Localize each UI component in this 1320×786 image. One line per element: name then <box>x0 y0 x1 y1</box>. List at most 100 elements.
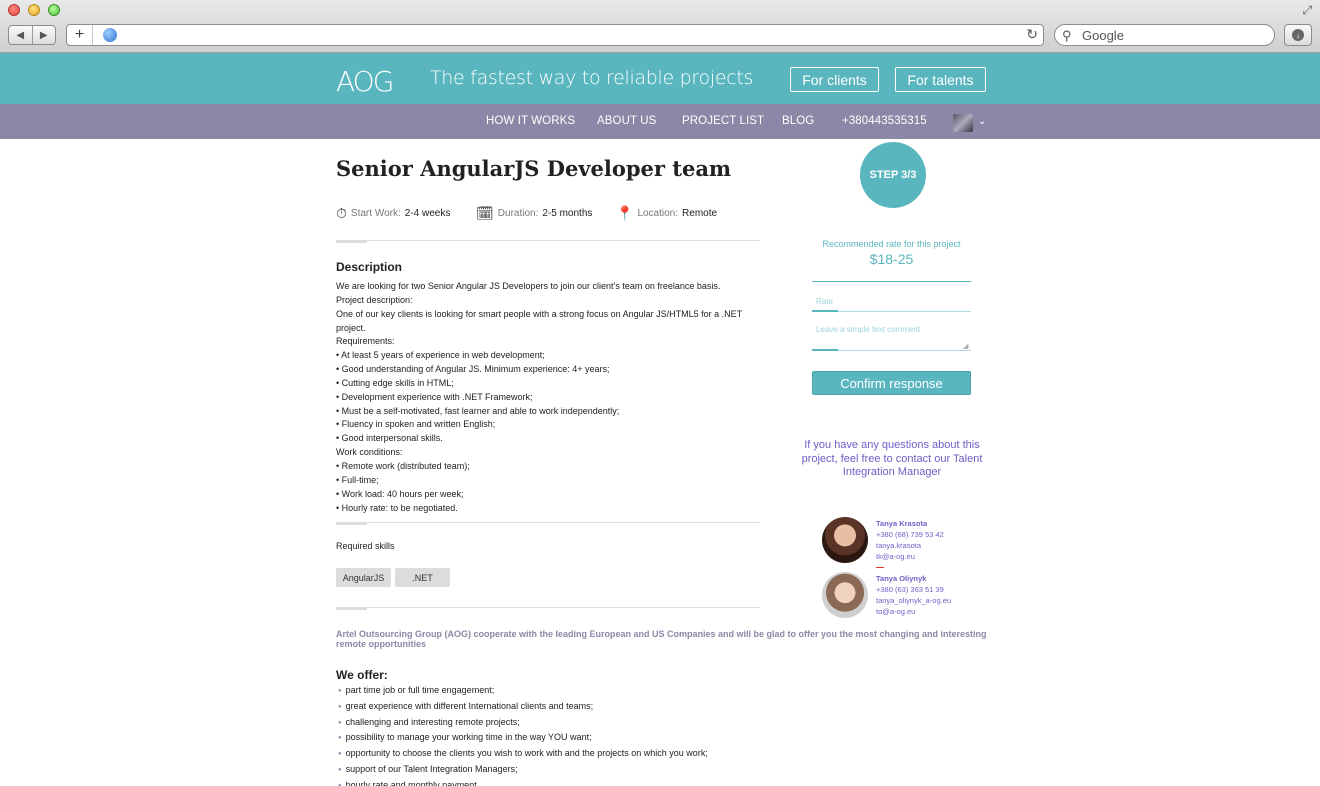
divider-accent <box>336 607 367 610</box>
description-text: We are looking for two Senior Angular JS… <box>336 280 760 515</box>
nav-phone[interactable]: +380443535315 <box>842 115 927 127</box>
close-window-button[interactable] <box>8 4 20 16</box>
comment-accent <box>812 349 838 351</box>
description-line: • Must be a self-motivated, fast learner… <box>336 405 620 416</box>
description-line: • Good interpersonal skills. <box>336 433 443 444</box>
contact-prompt: If you have any questions about this pro… <box>801 439 983 478</box>
divider <box>336 522 760 523</box>
description-line: One of our key clients is looking for sm… <box>336 308 743 319</box>
fullscreen-icon[interactable]: ⤢ <box>1302 3 1312 18</box>
main-nav: HOW IT WORKS ABOUT US PROJECT LIST BLOG … <box>0 104 1320 139</box>
start-work-meta: ⏱ Start Work: 2-4 weeks <box>336 205 450 222</box>
rate-input-accent <box>812 310 838 312</box>
project-title: Senior AngularJS Developer team <box>336 156 732 181</box>
description-line: • Work load: 40 hours per week; <box>336 488 464 499</box>
aog-statement: Artel Outsourcing Group (AOG) cooperate … <box>336 629 987 649</box>
offer-item: support of our Talent Integration Manage… <box>338 763 708 779</box>
skill-tag: .NET <box>395 568 450 587</box>
nav-how-it-works[interactable]: HOW IT WORKS <box>486 115 575 127</box>
offer-item: challenging and interesting remote proje… <box>338 716 708 732</box>
offer-item: hourly rate and monthly payment <box>338 779 708 786</box>
we-offer-list: part time job or full time engagement;gr… <box>338 684 708 786</box>
manager-skype[interactable]: tanya.krasota <box>876 540 944 551</box>
aog-logo[interactable]: AOG <box>336 65 394 98</box>
manager-contact: Tanya Krasota +380 (68) 739 53 42 tanya.… <box>876 518 944 562</box>
description-line: We are looking for two Senior Angular JS… <box>336 281 721 291</box>
description-line: • Development experience with .NET Frame… <box>336 391 533 402</box>
nav-about-us[interactable]: ABOUT US <box>597 115 656 127</box>
minimize-window-button[interactable] <box>28 4 40 16</box>
browser-toolbar: ⤢ ◀ ▶ + ↻ ⚲ Google ↓ <box>0 0 1320 53</box>
location-meta: 📍 Location: Remote <box>616 205 717 222</box>
for-clients-button[interactable]: For clients <box>790 67 879 92</box>
map-pin-icon: 📍 <box>616 205 634 221</box>
manager-separator <box>876 567 884 568</box>
globe-icon <box>103 28 117 42</box>
duration-meta: 🗓 Duration: 2-5 months <box>476 205 592 222</box>
stopwatch-icon: ⏱ <box>336 205 347 221</box>
offer-item: possibility to manage your working time … <box>338 731 708 747</box>
offer-item: great experience with different Internat… <box>338 700 708 716</box>
forward-button[interactable]: ▶ <box>33 26 56 44</box>
divider-accent <box>336 240 367 243</box>
zoom-window-button[interactable] <box>48 4 60 16</box>
history-nav: ◀ ▶ <box>8 25 56 45</box>
description-line: • Full-time; <box>336 474 379 485</box>
description-line: Work conditions: <box>336 447 403 458</box>
search-icon: ⚲ <box>1062 28 1072 43</box>
nav-blog[interactable]: BLOG <box>782 115 814 127</box>
add-bookmark-button[interactable]: + <box>67 25 93 45</box>
rate-divider <box>812 281 971 282</box>
description-line: • Cutting edge skills in HTML; <box>336 377 454 388</box>
resize-grip-icon[interactable]: ◢ <box>963 342 968 350</box>
manager-avatar <box>822 572 868 618</box>
address-bar[interactable]: + ↻ <box>66 24 1044 46</box>
manager-name: Tanya Oliynyk <box>876 574 927 583</box>
offer-item: opportunity to choose the clients you wi… <box>338 747 708 763</box>
tagline: The fastest way to reliable projects <box>430 67 754 89</box>
comment-input[interactable] <box>812 325 971 349</box>
skill-tag: AngularJS <box>336 568 391 587</box>
confirm-response-button[interactable]: Confirm response <box>812 371 971 395</box>
description-line: • Remote work (distributed team); <box>336 460 470 471</box>
step-indicator: STEP 3/3 <box>860 142 926 208</box>
manager-skype[interactable]: tanya_oliynyk_a-og.eu <box>876 595 951 606</box>
description-title: Description <box>336 260 403 274</box>
divider <box>336 607 760 608</box>
description-line: • At least 5 years of experience in web … <box>336 350 545 361</box>
manager-email[interactable]: tk@a-og.eu <box>876 551 944 562</box>
start-work-label: Start Work: <box>350 208 401 219</box>
required-skills-title: Required skills <box>336 541 395 551</box>
description-line: project. <box>336 322 366 333</box>
manager-avatar <box>822 517 868 563</box>
duration-value: 2-5 months <box>542 208 593 219</box>
downloads-button[interactable]: ↓ <box>1284 24 1312 46</box>
description-line: Project description: <box>336 294 413 305</box>
site-header: AOG The fastest way to reliable projects… <box>0 53 1320 104</box>
manager-email[interactable]: to@a-og.eu <box>876 606 951 617</box>
description-line: • Good understanding of Angular JS. Mini… <box>336 364 610 375</box>
nav-project-list[interactable]: PROJECT LIST <box>682 115 764 127</box>
manager-name: Tanya Krasota <box>876 519 928 528</box>
manager-contact: Tanya Oliynyk +380 (63) 363 51 39 tanya_… <box>876 573 951 617</box>
user-avatar[interactable] <box>953 114 973 132</box>
manager-phone[interactable]: +380 (63) 363 51 39 <box>876 584 951 595</box>
chevron-down-icon[interactable]: ⌄ <box>978 116 986 127</box>
we-offer-title: We offer: <box>336 668 388 682</box>
description-line: • Fluency in spoken and written English; <box>336 419 496 430</box>
reload-icon[interactable]: ↻ <box>1026 26 1038 43</box>
divider <box>336 240 760 241</box>
for-talents-button[interactable]: For talents <box>895 67 986 92</box>
duration-label: Duration: <box>497 208 539 219</box>
rate-input[interactable] <box>812 293 971 309</box>
search-placeholder: Google <box>1082 28 1124 43</box>
offer-item: part time job or full time engagement; <box>338 684 708 700</box>
location-value: Remote <box>682 208 718 219</box>
search-field[interactable]: ⚲ Google <box>1054 24 1275 46</box>
recommended-rate-label: Recommended rate for this project <box>822 239 961 249</box>
start-work-value: 2-4 weeks <box>404 208 451 219</box>
download-icon: ↓ <box>1292 29 1304 41</box>
back-button[interactable]: ◀ <box>9 26 33 44</box>
calendar-icon: 🗓 <box>476 205 494 221</box>
manager-phone[interactable]: +380 (68) 739 53 42 <box>876 529 944 540</box>
